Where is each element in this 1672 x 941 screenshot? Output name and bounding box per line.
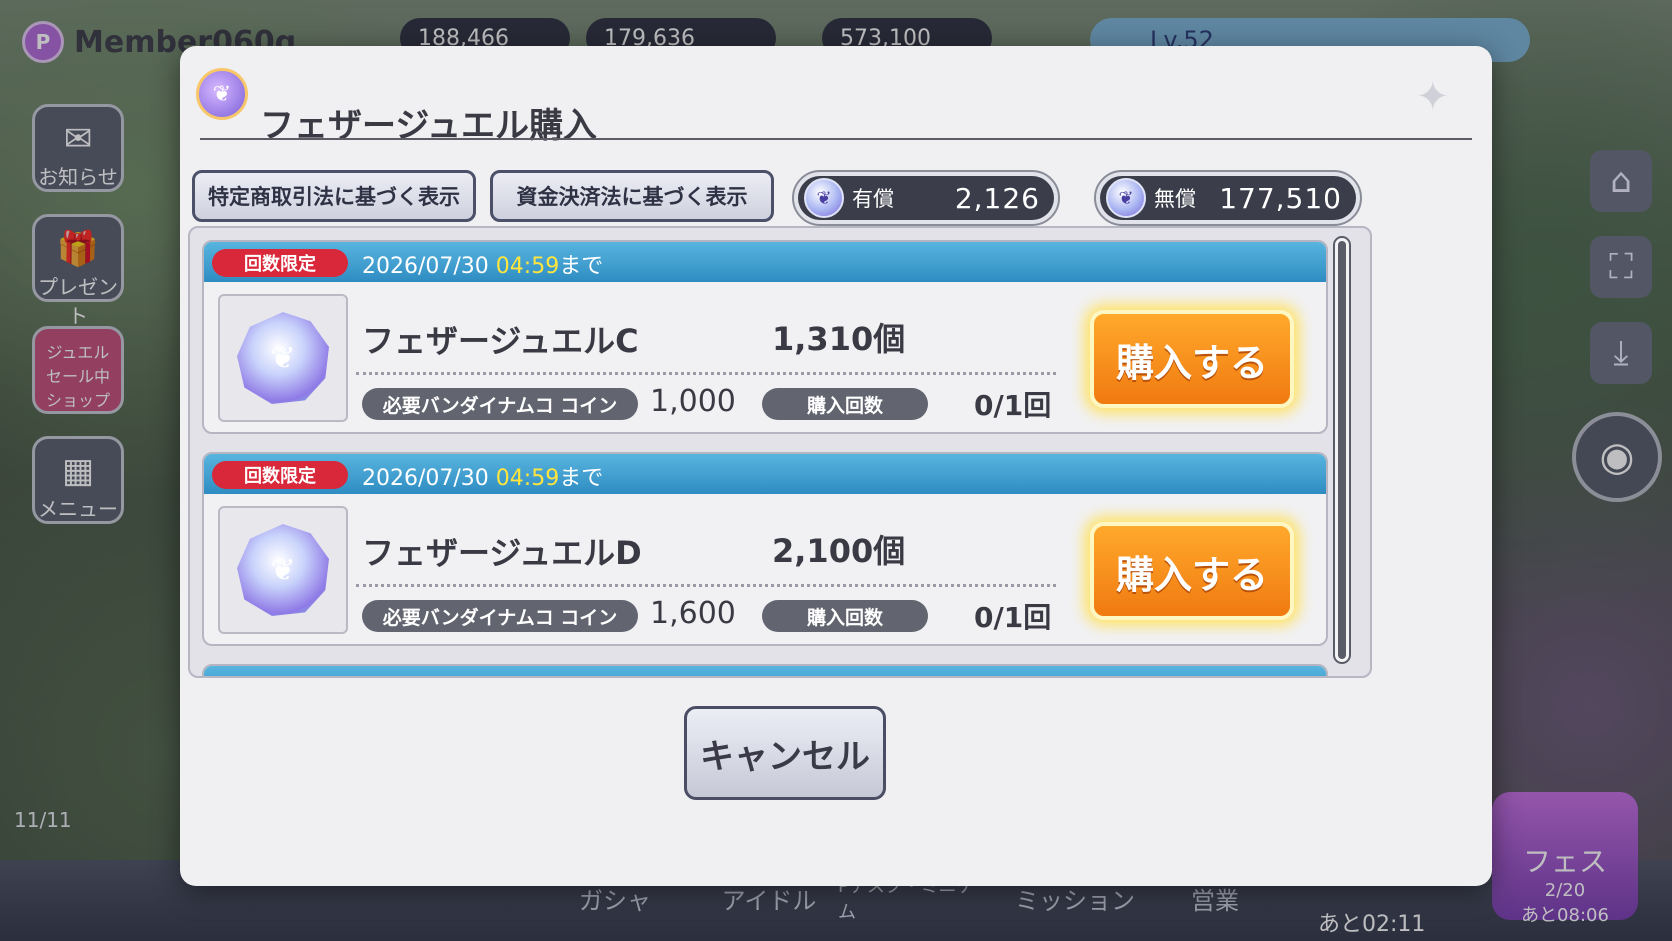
count-value: 0/1回 <box>974 601 1052 634</box>
coin-label: 必要バンダイナムコ コイン <box>362 600 638 632</box>
product-name: フェザージュエルD <box>362 534 642 572</box>
buy-button[interactable]: 購入する <box>1090 310 1294 408</box>
deadline: 2026/07/30 04:59まで <box>362 460 603 492</box>
deadline-date: 2026/07/30 <box>362 466 496 491</box>
deadline-suffix: まで <box>559 254 604 279</box>
product-card: 回数限定 2026/07/30 04:59まで ❦ フェザージュエルC 1,31… <box>202 240 1328 434</box>
buy-button[interactable]: 購入する <box>1090 522 1294 620</box>
product-quantity: 1,310個 <box>772 320 906 358</box>
count-label: 購入回数 <box>762 388 928 420</box>
list-scrollbar[interactable] <box>1333 236 1351 664</box>
count-value: 0/1回 <box>974 389 1052 422</box>
jewel-icon: ❦ <box>804 178 844 218</box>
product-name: フェザージュエルC <box>362 322 639 360</box>
feather-jewel-icon: ❦ <box>237 524 329 616</box>
jewel-icon: ❦ <box>1106 178 1146 218</box>
jewel-purchase-dialog: ❦ フェザージュエル購入 ✦ 特定商取引法に基づく表示 資金決済法に基づく表示 … <box>180 46 1492 886</box>
product-thumbnail: ❦ <box>218 294 348 422</box>
payment-law-button[interactable]: 資金決済法に基づく表示 <box>490 170 774 222</box>
free-jewel-balance: ❦ 無償 177,510 <box>1094 170 1362 226</box>
card-header: 回数限定 2026/07/30 04:59まで <box>204 242 1326 282</box>
product-card: 回数限定 2026/07/30 04:59まで ❦ フェザージュエルD 2,10… <box>202 452 1328 646</box>
limit-tag: 回数限定 <box>212 249 348 277</box>
paid-label: 有償 <box>852 187 894 211</box>
coin-value: 1,600 <box>650 596 736 631</box>
deadline-date: 2026/07/30 <box>362 254 496 279</box>
title-divider <box>200 138 1472 140</box>
feather-jewel-icon: ❦ <box>196 68 248 120</box>
coin-value: 1,000 <box>650 384 736 419</box>
deadline: 2026/07/30 04:59まで <box>362 248 603 280</box>
free-value: 177,510 <box>1219 181 1342 215</box>
card-header: 回数限定 2026/07/30 04:59まで <box>204 454 1326 494</box>
commercial-law-button[interactable]: 特定商取引法に基づく表示 <box>192 170 476 222</box>
sparkle-icon: ✦ <box>1416 74 1450 120</box>
dotted-divider <box>356 584 1056 587</box>
paid-jewel-balance: ❦ 有償 2,126 <box>792 170 1060 226</box>
product-list[interactable]: 回数限定 2026/07/30 04:59まで ❦ フェザージュエルC 1,31… <box>188 226 1372 678</box>
cancel-button[interactable]: キャンセル <box>684 706 886 800</box>
feather-jewel-icon: ❦ <box>237 312 329 404</box>
deadline-time: 04:59 <box>495 254 560 279</box>
coin-label: 必要バンダイナムコ コイン <box>362 388 638 420</box>
scrollbar-thumb[interactable] <box>1338 241 1346 659</box>
product-thumbnail: ❦ <box>218 506 348 634</box>
free-label: 無償 <box>1154 187 1196 211</box>
card-header <box>204 666 1326 676</box>
deadline-time: 04:59 <box>495 466 560 491</box>
dotted-divider <box>356 372 1056 375</box>
free-jewel-inner: ❦ 無償 177,510 <box>1100 176 1356 220</box>
paid-jewel-inner: ❦ 有償 2,126 <box>798 176 1054 220</box>
paid-value: 2,126 <box>954 181 1040 215</box>
product-quantity: 2,100個 <box>772 532 906 570</box>
product-card-partial <box>202 664 1328 676</box>
count-label: 購入回数 <box>762 600 928 632</box>
limit-tag: 回数限定 <box>212 461 348 489</box>
deadline-suffix: まで <box>559 466 604 491</box>
